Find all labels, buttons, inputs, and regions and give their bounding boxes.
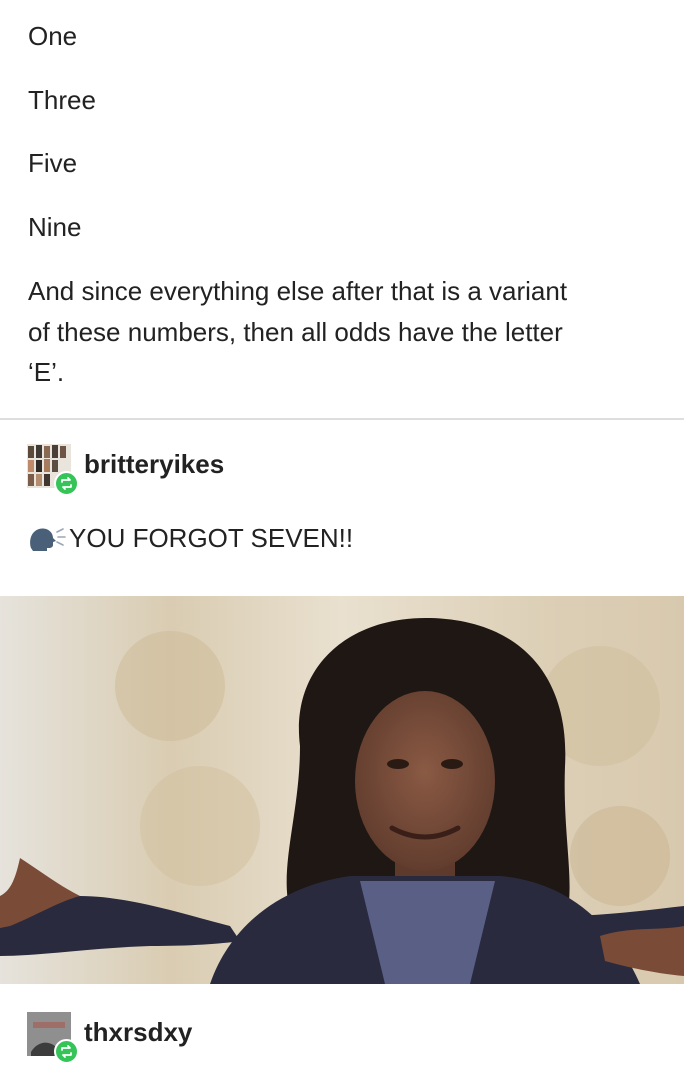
post-paragraph-line-1: And since everything else after that is …: [28, 276, 568, 306]
reblog-divider: [0, 418, 684, 420]
post-line-five: Five: [28, 148, 78, 178]
post-line-nine: Nine: [28, 212, 82, 242]
post-line-one: One: [28, 21, 78, 51]
post-paragraph-line-3: ‘E’.: [28, 357, 65, 387]
username-britteryikes[interactable]: britteryikes: [84, 448, 224, 480]
post-paragraph-line-2: of these numbers, then all odds have the…: [28, 317, 563, 347]
reblog-message-text: YOU FORGOT SEVEN!!: [69, 523, 354, 553]
username-thxrsdxy[interactable]: thxrsdxy: [84, 1016, 192, 1048]
reblog-header-britteryikes: britteryikes: [27, 444, 427, 496]
reblog-icon: [54, 471, 79, 496]
reblog-header-thxrsdxy: thxrsdxy: [27, 1012, 427, 1064]
woman-shrugging-gif[interactable]: [0, 596, 684, 984]
reblog-icon: [54, 1039, 79, 1064]
speaking-head-icon: [30, 528, 66, 551]
post-line-three: Three: [28, 85, 96, 115]
